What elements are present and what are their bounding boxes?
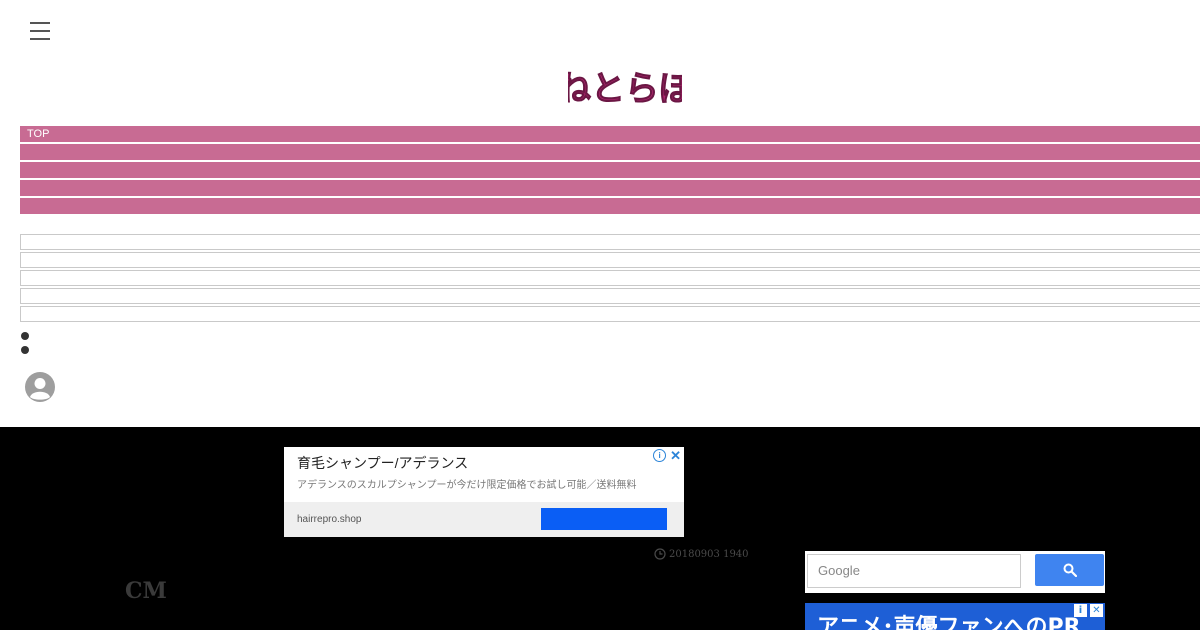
clock-icon: [654, 548, 666, 560]
banner-close-icon[interactable]: ✕: [1090, 604, 1103, 617]
nav-item[interactable]: [20, 144, 1200, 160]
list-item[interactable]: [20, 252, 1200, 268]
banner-badges: i ✕: [1074, 604, 1103, 617]
list-item[interactable]: [20, 270, 1200, 286]
search-icon: [1063, 563, 1077, 577]
site-logo[interactable]: ねとらぼ ねとらぼ: [554, 64, 698, 114]
google-search-box: Google: [805, 551, 1105, 593]
sub-nav-list: [20, 234, 1200, 324]
search-input[interactable]: Google: [807, 554, 1021, 588]
ad-unit[interactable]: 育毛シャンプー/アデランス アデランスのスカルプシャンプーが今だけ限定価格でお試…: [284, 447, 684, 537]
hamburger-menu-icon[interactable]: [30, 22, 50, 44]
nav-item[interactable]: [20, 180, 1200, 196]
ad-banner[interactable]: アニメ･声優ファンへのPR i ✕: [805, 603, 1105, 630]
main-nav: TOP: [20, 126, 1200, 216]
list-item[interactable]: [20, 288, 1200, 304]
bullet-dot: [21, 332, 29, 340]
svg-text:ねとらぼ: ねとらぼ: [568, 69, 682, 109]
avatar-icon[interactable]: [25, 372, 55, 402]
ad-close-icon[interactable]: ✕: [670, 449, 681, 462]
list-item[interactable]: [20, 306, 1200, 322]
timestamp-text: 20180903 1940: [669, 548, 749, 560]
ad-badges: i ✕: [653, 449, 681, 462]
cm-label: CM: [125, 578, 167, 604]
ad-title[interactable]: 育毛シャンプー/アデランス: [297, 453, 468, 473]
ad-footer: hairrepro.shop: [284, 502, 684, 537]
nav-item[interactable]: [20, 162, 1200, 178]
list-item[interactable]: [20, 234, 1200, 250]
ad-domain: hairrepro.shop: [297, 514, 362, 525]
logo-image: ねとらぼ ねとらぼ: [554, 66, 698, 113]
bullet-dot: [21, 346, 29, 354]
ad-info-icon[interactable]: i: [653, 449, 667, 462]
nav-item-top[interactable]: TOP: [20, 126, 1200, 142]
nav-item[interactable]: [20, 198, 1200, 214]
ad-cta-button[interactable]: [541, 508, 667, 530]
banner-info-icon[interactable]: i: [1074, 604, 1087, 617]
banner-text: アニメ･声優ファンへのPR: [817, 615, 1081, 630]
search-button[interactable]: [1035, 554, 1104, 586]
ad-description: アデランスのスカルプシャンプーが今だけ限定価格でお試し可能／送料無料: [297, 480, 637, 491]
article-timestamp: 20180903 1940: [654, 548, 749, 560]
